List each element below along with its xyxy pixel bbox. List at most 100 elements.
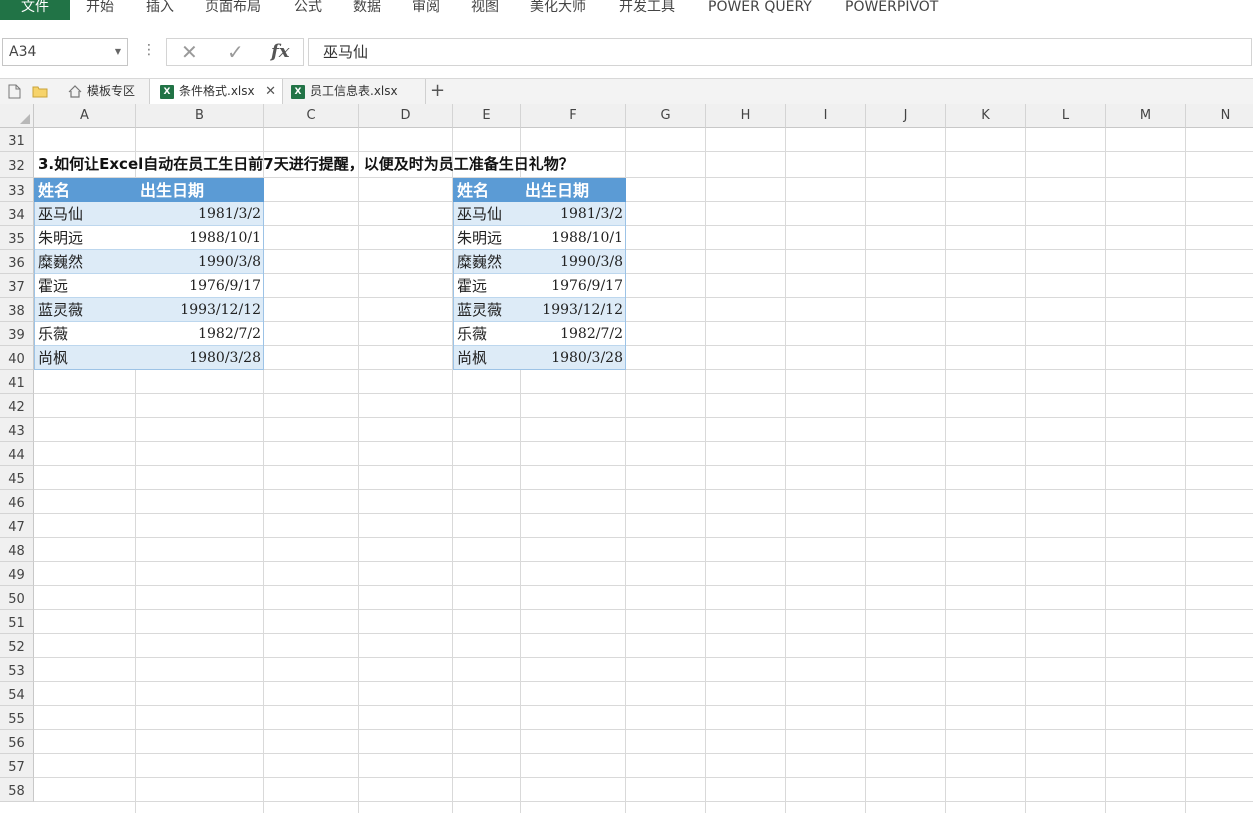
name-cell[interactable]: 蓝灵薇 [453, 298, 521, 322]
more-options-icon[interactable]: ⋮ [142, 42, 156, 58]
row-header-49[interactable]: 49 [0, 562, 34, 586]
date-cell[interactable]: 1980/3/28 [136, 346, 264, 370]
row-header-33[interactable]: 33 [0, 178, 34, 202]
row-header-51[interactable]: 51 [0, 610, 34, 634]
sheet-title[interactable]: 3.如何让Excel自动在员工生日前7天进行提醒，以便及时为员工准备生日礼物？ [38, 152, 574, 176]
date-cell[interactable]: 1993/12/12 [136, 298, 264, 322]
ribbon-tab-page-layout[interactable]: 页面布局 [205, 0, 261, 20]
row-header-56[interactable]: 56 [0, 730, 34, 754]
row-header-40[interactable]: 40 [0, 346, 34, 370]
row-header-50[interactable]: 50 [0, 586, 34, 610]
date-cell[interactable]: 1980/3/28 [521, 346, 626, 370]
column-header-e[interactable]: E [453, 104, 521, 128]
ribbon-tab-file[interactable]: 文件 [0, 0, 70, 20]
name-cell[interactable]: 乐薇 [453, 322, 521, 346]
column-header-k[interactable]: K [946, 104, 1026, 128]
name-cell[interactable]: 巫马仙 [34, 202, 136, 226]
open-folder-icon[interactable] [32, 84, 48, 98]
ribbon-tab-view[interactable]: 视图 [471, 0, 499, 20]
row-header-55[interactable]: 55 [0, 706, 34, 730]
name-cell[interactable]: 朱明远 [453, 226, 521, 250]
row-header-45[interactable]: 45 [0, 466, 34, 490]
row-header-32[interactable]: 32 [0, 152, 34, 178]
date-cell[interactable]: 1982/7/2 [136, 322, 264, 346]
date-cell[interactable]: 1990/3/8 [136, 250, 264, 274]
row-header-53[interactable]: 53 [0, 658, 34, 682]
add-tab-icon[interactable]: + [430, 79, 445, 103]
name-cell[interactable]: 糜巍然 [34, 250, 136, 274]
row-header-39[interactable]: 39 [0, 322, 34, 346]
date-cell[interactable]: 1982/7/2 [521, 322, 626, 346]
name-cell[interactable]: 霍远 [34, 274, 136, 298]
row-header-48[interactable]: 48 [0, 538, 34, 562]
name-cell[interactable]: 巫马仙 [453, 202, 521, 226]
column-header-d[interactable]: D [359, 104, 453, 128]
column-header-b[interactable]: B [136, 104, 264, 128]
insert-function-icon[interactable]: fx [271, 39, 289, 65]
formula-input[interactable]: 巫马仙 [308, 38, 1252, 66]
date-cell[interactable]: 1981/3/2 [521, 202, 626, 226]
row-header-42[interactable]: 42 [0, 394, 34, 418]
header-birthdate[interactable]: 出生日期 [521, 178, 626, 202]
ribbon-tab-data[interactable]: 数据 [353, 0, 381, 20]
name-cell[interactable]: 糜巍然 [453, 250, 521, 274]
date-cell[interactable]: 1990/3/8 [521, 250, 626, 274]
date-cell[interactable]: 1993/12/12 [521, 298, 626, 322]
ribbon-tab-powerpivot[interactable]: POWERPIVOT [845, 0, 938, 20]
row-header-58[interactable]: 58 [0, 778, 34, 802]
row-header-36[interactable]: 36 [0, 250, 34, 274]
date-cell[interactable]: 1988/10/1 [136, 226, 264, 250]
ribbon-tab-home[interactable]: 开始 [86, 0, 114, 20]
header-name[interactable]: 姓名 [453, 178, 521, 202]
spreadsheet-grid[interactable]: ABCDEFGHIJKLMN 31 32 33 34 35 36 37 38 39 40 41 42 4… [0, 104, 1253, 813]
row-header-43[interactable]: 43 [0, 418, 34, 442]
ribbon-tab-power-query[interactable]: POWER QUERY [708, 0, 812, 20]
ribbon-tab-developer[interactable]: 开发工具 [619, 0, 675, 20]
select-all-button[interactable] [0, 104, 34, 128]
new-document-icon[interactable] [8, 84, 21, 99]
row-header-38[interactable]: 38 [0, 298, 34, 322]
cancel-icon[interactable]: ✕ [181, 39, 198, 65]
row-header-37[interactable]: 37 [0, 274, 34, 298]
date-cell[interactable]: 1981/3/2 [136, 202, 264, 226]
row-header-35[interactable]: 35 [0, 226, 34, 250]
row-header-52[interactable]: 52 [0, 634, 34, 658]
column-header-n[interactable]: N [1186, 104, 1253, 128]
column-header-j[interactable]: J [866, 104, 946, 128]
ribbon-tab-insert[interactable]: 插入 [146, 0, 174, 20]
row-header-34[interactable]: 34 [0, 202, 34, 226]
tab-employee-info[interactable]: X 员工信息表.xlsx [283, 79, 426, 104]
name-cell[interactable]: 尚枫 [453, 346, 521, 370]
name-cell[interactable]: 乐薇 [34, 322, 136, 346]
ribbon-tab-review[interactable]: 审阅 [412, 0, 440, 20]
row-header-57[interactable]: 57 [0, 754, 34, 778]
column-header-m[interactable]: M [1106, 104, 1186, 128]
tab-template-zone[interactable]: 模板专区 [58, 79, 150, 104]
column-header-h[interactable]: H [706, 104, 786, 128]
row-header-47[interactable]: 47 [0, 514, 34, 538]
tab-conditional-format[interactable]: X 条件格式.xlsx ✕ [150, 79, 283, 104]
row-header-31[interactable]: 31 [0, 128, 34, 152]
close-icon[interactable]: ✕ [265, 79, 276, 104]
name-cell[interactable]: 朱明远 [34, 226, 136, 250]
column-header-c[interactable]: C [264, 104, 359, 128]
row-header-46[interactable]: 46 [0, 490, 34, 514]
name-box[interactable]: A34 ▼ [2, 38, 128, 66]
name-cell[interactable]: 蓝灵薇 [34, 298, 136, 322]
name-cell[interactable]: 霍远 [453, 274, 521, 298]
chevron-down-icon[interactable]: ▼ [115, 39, 121, 65]
row-header-44[interactable]: 44 [0, 442, 34, 466]
column-header-i[interactable]: I [786, 104, 866, 128]
date-cell[interactable]: 1976/9/17 [521, 274, 626, 298]
column-header-f[interactable]: F [521, 104, 626, 128]
column-header-g[interactable]: G [626, 104, 706, 128]
row-header-54[interactable]: 54 [0, 682, 34, 706]
row-header-41[interactable]: 41 [0, 370, 34, 394]
column-header-l[interactable]: L [1026, 104, 1106, 128]
ribbon-tab-beautify[interactable]: 美化大师 [530, 0, 586, 20]
confirm-icon[interactable]: ✓ [227, 39, 244, 65]
header-birthdate[interactable]: 出生日期 [136, 178, 264, 202]
date-cell[interactable]: 1976/9/17 [136, 274, 264, 298]
date-cell[interactable]: 1988/10/1 [521, 226, 626, 250]
ribbon-tab-formulas[interactable]: 公式 [294, 0, 322, 20]
